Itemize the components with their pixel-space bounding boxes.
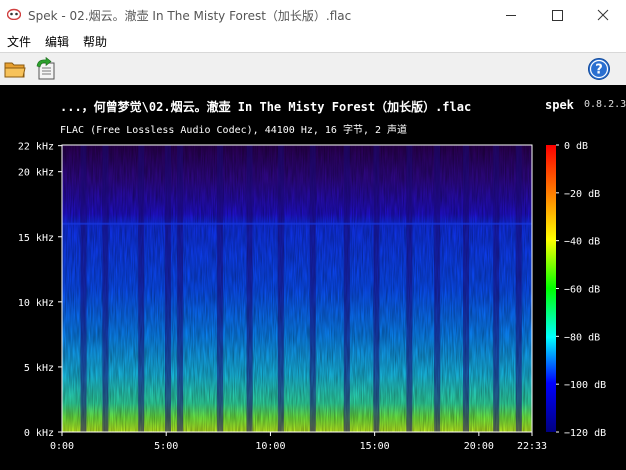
- colorbar-tick-label: −80 dB: [564, 332, 600, 343]
- y-tick-label: 20 kHz: [18, 168, 54, 179]
- quiet-section: [177, 145, 184, 432]
- x-tick-label: 0:00: [50, 441, 74, 452]
- quiet-section: [406, 145, 413, 432]
- quiet-section: [493, 145, 500, 432]
- colorbar-tick-label: −120 dB: [564, 428, 606, 439]
- folder-open-icon: [4, 62, 26, 78]
- menu-help[interactable]: 帮助: [83, 33, 107, 50]
- y-tick-label: 5 kHz: [24, 363, 54, 374]
- y-tick-label: 22 kHz: [18, 142, 54, 153]
- quiet-section: [343, 145, 350, 432]
- spectrogram-chart: 0 kHz 5 kHz 10 kHz 15 kHz 20 kHz 22 kHz 0:00 5:…: [18, 141, 606, 452]
- minimize-icon: [506, 15, 516, 16]
- y-tick-label: 0 kHz: [24, 428, 54, 439]
- colorbar-tick-label: −20 dB: [564, 189, 600, 200]
- maximize-icon: [552, 10, 563, 21]
- y-tick-label: 15 kHz: [18, 233, 54, 244]
- minimize-button[interactable]: [488, 0, 534, 30]
- spectrogram-image: [62, 145, 532, 432]
- lowpass-cutoff-band: [62, 222, 532, 225]
- quiet-section: [515, 145, 522, 432]
- colorbar-tick-label: −60 dB: [564, 285, 600, 296]
- quiet-section: [309, 145, 316, 432]
- open-file-button[interactable]: [3, 57, 27, 81]
- quiet-section: [217, 145, 224, 432]
- close-button[interactable]: [580, 0, 626, 30]
- help-icon: ?: [588, 58, 610, 80]
- colorbar-tick-label: −100 dB: [564, 380, 606, 391]
- y-tick-label: 10 kHz: [18, 298, 54, 309]
- help-button[interactable]: ?: [587, 57, 611, 81]
- quiet-section: [246, 145, 253, 432]
- spek-app-icon: [7, 8, 21, 20]
- x-tick-label: 5:00: [154, 441, 178, 452]
- x-tick-label: 15:00: [360, 441, 390, 452]
- toolbar: ?: [0, 52, 626, 85]
- colorbar: [546, 145, 556, 432]
- quiet-section: [164, 145, 171, 432]
- quiet-section: [373, 145, 380, 432]
- menu-file[interactable]: 文件: [7, 33, 31, 50]
- quiet-section: [434, 145, 441, 432]
- spectrogram-panel: ...，何曾梦觉\02.烟云。澈壶 In The Misty Forest（加长…: [0, 85, 626, 470]
- menu-bar: 文件 编辑 帮助: [0, 30, 626, 52]
- maximize-button[interactable]: [534, 0, 580, 30]
- x-tick-label: 20:00: [464, 441, 494, 452]
- window-title: Spek - 02.烟云。澈壶 In The Misty Forest（加长版）…: [28, 9, 352, 23]
- colorbar-tick-label: −40 dB: [564, 237, 600, 248]
- quiet-section: [462, 145, 469, 432]
- quiet-section: [277, 145, 284, 432]
- x-tick-label: 10:00: [255, 441, 285, 452]
- quiet-section: [80, 145, 87, 432]
- title-bar[interactable]: Spek - 02.烟云。澈壶 In The Misty Forest（加长版）…: [0, 0, 626, 30]
- colorbar-tick-label: 0 dB: [564, 141, 588, 152]
- quiet-section: [138, 145, 145, 432]
- quiet-section: [102, 145, 109, 432]
- spectrogram-texture: [62, 145, 532, 432]
- save-button[interactable]: [34, 56, 58, 81]
- close-icon: [597, 9, 609, 21]
- x-tick-label: 22:33: [517, 441, 547, 452]
- svg-text:?: ?: [595, 63, 603, 78]
- save-export-icon: [36, 56, 55, 80]
- menu-edit[interactable]: 编辑: [45, 33, 69, 50]
